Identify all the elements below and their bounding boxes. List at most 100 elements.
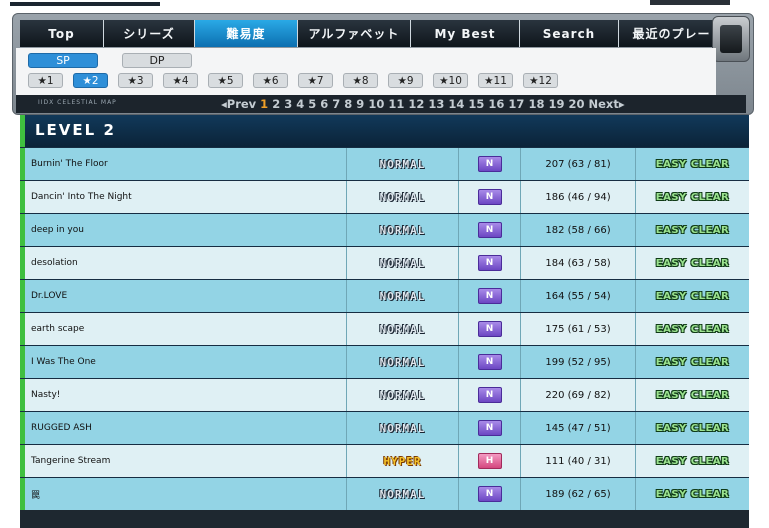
score-value: 207 (63 / 81) [521,148,636,180]
star-10-button[interactable]: ★10 [433,73,468,88]
level-header: LEVEL 2 [20,115,749,147]
tab-my-best[interactable]: My Best [411,20,520,47]
score-value: 199 (52 / 95) [521,346,636,378]
page-link-1[interactable]: 1 [260,97,268,111]
level-badge: N [477,354,502,370]
page-link-8[interactable]: 8 [344,97,352,111]
top-strip [0,0,769,8]
score-value: 189 (62 / 65) [521,478,636,510]
score-value: 145 (47 / 51) [521,412,636,444]
page-link-3[interactable]: 3 [284,97,292,111]
table-row: RUGGED ASH NORMAL N 145 (47 / 51) EASY C… [20,412,749,444]
tab-recent-play[interactable]: 最近のプレー [619,20,725,47]
song-title[interactable]: RUGGED ASH [25,412,347,444]
clear-lamp: EASY CLEAR [655,158,730,170]
table-row: earth scape NORMAL N 175 (61 / 53) EASY … [20,313,749,345]
star-4-button[interactable]: ★4 [163,73,198,88]
difficulty-badge: NORMAL [379,421,426,435]
table-row: I Was The One NORMAL N 199 (52 / 95) EAS… [20,346,749,378]
level-badge: N [477,387,502,403]
song-title[interactable]: Tangerine Stream [25,445,347,477]
star-12-button[interactable]: ★12 [523,73,558,88]
page-link-15[interactable]: 15 [468,97,484,111]
song-title[interactable]: desolation [25,247,347,279]
top-strip-bar-right [650,0,730,5]
page-link-14[interactable]: 14 [448,97,464,111]
song-title[interactable]: earth scape [25,313,347,345]
page-link-11[interactable]: 11 [388,97,404,111]
song-title[interactable]: Burnin' The Floor [25,148,347,180]
star-7-button[interactable]: ★7 [298,73,333,88]
clear-lamp: EASY CLEAR [655,290,730,302]
level-badge: N [477,288,502,304]
page-link-17[interactable]: 17 [508,97,524,111]
difficulty-badge: NORMAL [379,289,426,303]
page-link-13[interactable]: 13 [428,97,444,111]
clear-lamp: EASY CLEAR [655,455,730,467]
song-title[interactable]: I Was The One [25,346,347,378]
tab-difficulty[interactable]: 難易度 [195,20,298,47]
clear-lamp: EASY CLEAR [655,422,730,434]
score-value: 220 (69 / 82) [521,379,636,411]
prev-link[interactable]: ◂Prev [221,97,256,111]
page-link-6[interactable]: 6 [320,97,328,111]
main-nav: Top シリーズ 難易度 アルファベット My Best Search 最近のプ… [20,20,725,47]
song-title[interactable]: Nasty! [25,379,347,411]
star-6-button[interactable]: ★6 [253,73,288,88]
table-row: desolation NORMAL N 184 (63 / 58) EASY C… [20,247,749,279]
tab-search[interactable]: Search [520,20,619,47]
star-9-button[interactable]: ★9 [388,73,423,88]
star-2-button[interactable]: ★2 [73,73,108,88]
page-link-16[interactable]: 16 [488,97,504,111]
table-row: deep in you NORMAL N 182 (58 / 66) EASY … [20,214,749,246]
mode-sp-button[interactable]: SP [28,53,98,68]
star-1-button[interactable]: ★1 [28,73,63,88]
page-link-7[interactable]: 7 [332,97,340,111]
clear-lamp: EASY CLEAR [655,323,730,335]
table-row: Dancin' Into The Night NORMAL N 186 (46 … [20,181,749,213]
table-row: 罠 NORMAL N 189 (62 / 65) EASY CLEAR [20,478,749,510]
next-link[interactable]: Next▸ [588,97,624,111]
level-badge: N [477,321,502,337]
table-row: Tangerine Stream HYPER H 111 (40 / 31) E… [20,445,749,477]
page-link-19[interactable]: 19 [548,97,564,111]
star-8-button[interactable]: ★8 [343,73,378,88]
song-title[interactable]: deep in you [25,214,347,246]
song-title[interactable]: 罠 [25,478,347,510]
level-badge: N [477,189,502,205]
celestial-map-logo: IIDX CELESTIAL MAP [38,99,117,106]
score-value: 164 (55 / 54) [521,280,636,312]
page-link-12[interactable]: 12 [408,97,424,111]
star-5-button[interactable]: ★5 [208,73,243,88]
table-row: Nasty! NORMAL N 220 (69 / 82) EASY CLEAR [20,379,749,411]
pager: IIDX CELESTIAL MAP ◂Prev 1 2 3 4 5 6 7 8… [16,95,746,113]
difficulty-badge: NORMAL [379,487,426,501]
page-link-10[interactable]: 10 [368,97,384,111]
score-value: 186 (46 / 94) [521,181,636,213]
difficulty-badge: HYPER [383,454,422,468]
page-link-4[interactable]: 4 [296,97,304,111]
top-strip-bar [10,2,160,6]
difficulty-badge: NORMAL [379,355,426,369]
star-11-button[interactable]: ★11 [478,73,513,88]
page-link-5[interactable]: 5 [308,97,316,111]
mode-dp-button[interactable]: DP [122,53,192,68]
page-list: ◂Prev 1 2 3 4 5 6 7 8 9 10 11 12 13 14 1… [221,97,625,111]
page-link-20[interactable]: 20 [568,97,584,111]
difficulty-badge: NORMAL [379,157,426,171]
tab-alphabet[interactable]: アルファベット [298,20,411,47]
tab-series[interactable]: シリーズ [104,20,195,47]
clear-lamp: EASY CLEAR [655,224,730,236]
song-title[interactable]: Dancin' Into The Night [25,181,347,213]
table-footer [20,510,749,528]
page-link-18[interactable]: 18 [528,97,544,111]
page-link-2[interactable]: 2 [272,97,280,111]
clear-lamp: EASY CLEAR [655,356,730,368]
song-title[interactable]: Dr.LOVE [25,280,347,312]
level-badge: N [477,222,502,238]
star-3-button[interactable]: ★3 [118,73,153,88]
tab-top[interactable]: Top [20,20,104,47]
clear-lamp: EASY CLEAR [655,257,730,269]
difficulty-badge: NORMAL [379,256,426,270]
page-link-9[interactable]: 9 [356,97,364,111]
